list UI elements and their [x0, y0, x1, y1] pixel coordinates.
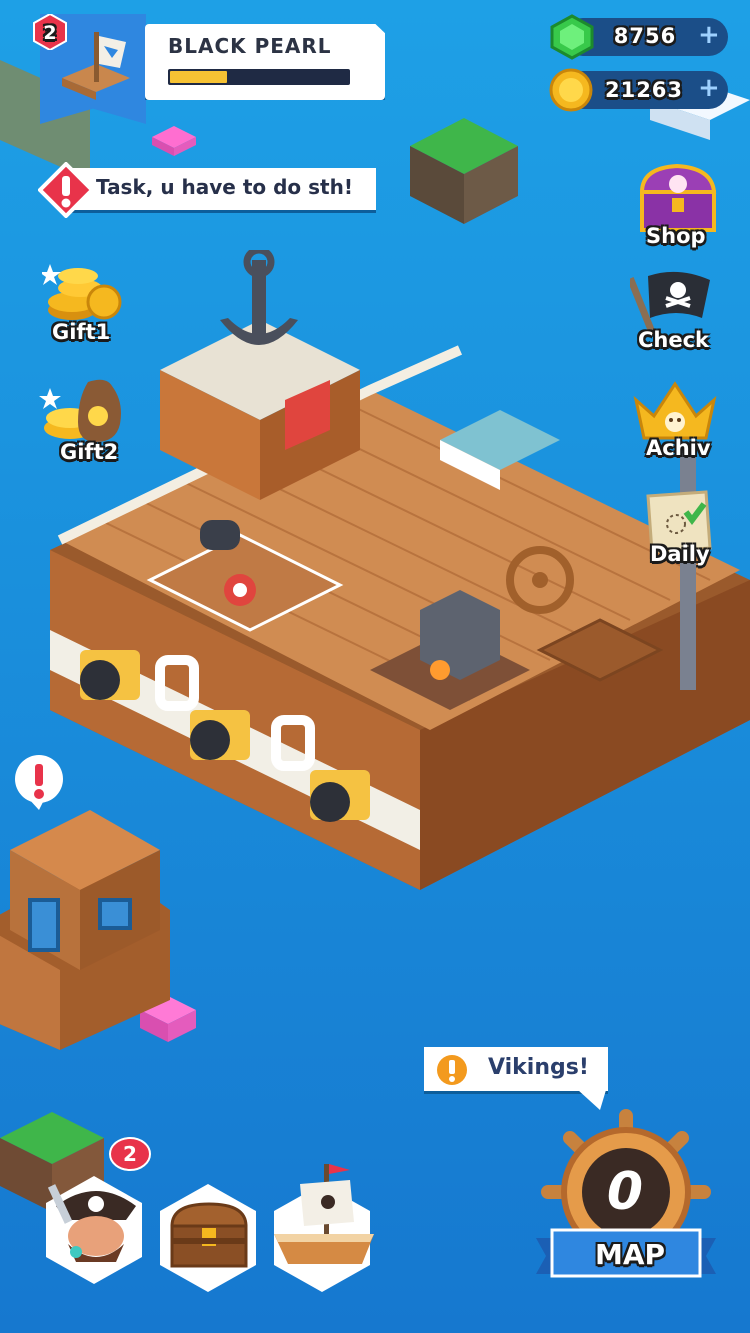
shop-label: Shop [646, 224, 706, 248]
exclamation-icon [436, 1054, 468, 1086]
crown-icon [630, 380, 720, 444]
small-ship-left[interactable] [0, 800, 180, 1060]
gift2-button[interactable]: Gift2 [36, 372, 136, 468]
vikings-bubble-tail [578, 1090, 606, 1110]
gem-icon [550, 14, 594, 60]
add-gems-button[interactable]: + [698, 20, 720, 50]
pirate-captain-icon [46, 1166, 146, 1276]
check-label: Check [638, 328, 710, 352]
level-number: 2 [43, 22, 57, 44]
exp-progress-bar [168, 69, 350, 85]
map-label: MAP [594, 1238, 666, 1271]
vikings-alert-text: Vikings! [488, 1055, 589, 1080]
floating-island-grass [410, 118, 518, 228]
shop-button[interactable]: Shop [626, 162, 726, 256]
warning-icon [37, 161, 95, 219]
ship-name: BLACK PEARL [168, 34, 332, 58]
pink-block-top [152, 126, 196, 156]
coin-icon [549, 68, 593, 112]
achiv-label: Achiv [646, 436, 711, 460]
crew-notification-count: 2 [123, 1142, 137, 1166]
gold-coins-icon [39, 258, 126, 328]
map-count: 0 [606, 1162, 644, 1222]
exp-progress-fill [170, 71, 227, 83]
gift1-label: Gift1 [52, 320, 111, 344]
gems-value: 8756 [613, 24, 677, 48]
alert-bubble-icon[interactable] [14, 754, 64, 810]
achiv-button[interactable]: Achiv [626, 380, 726, 472]
daily-label: Daily [650, 542, 710, 566]
chest-icon [166, 1198, 252, 1274]
gift1-button[interactable]: Gift1 [36, 258, 128, 346]
task-text: Task, u have to do sth! [96, 175, 353, 199]
gift2-label: Gift2 [60, 440, 119, 464]
add-coins-button[interactable]: + [698, 73, 720, 103]
check-button[interactable]: Check [626, 266, 726, 358]
coins-value: 21263 [604, 78, 684, 102]
pirate-flag-icon [627, 266, 720, 336]
sailing-ship-icon [270, 1160, 382, 1276]
daily-button[interactable]: Daily [636, 490, 732, 580]
